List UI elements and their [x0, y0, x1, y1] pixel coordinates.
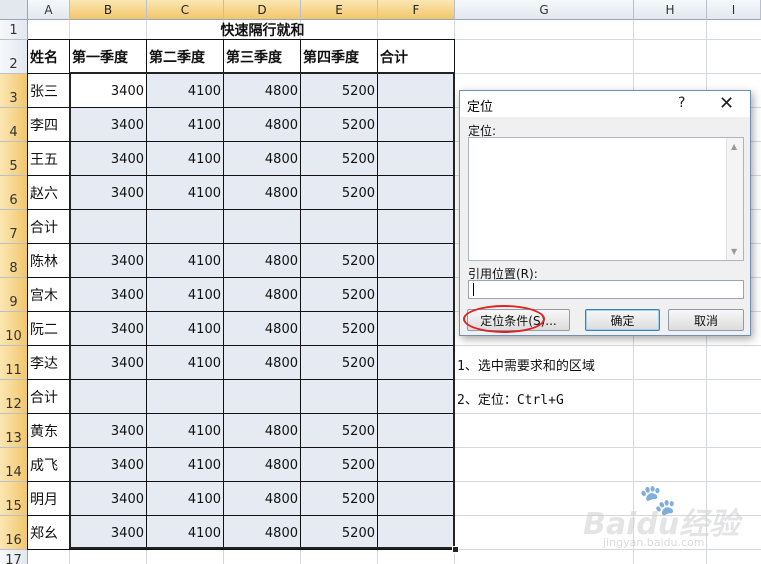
name-cell[interactable]: 合计 [28, 380, 70, 414]
row-header-11[interactable]: 11 [0, 346, 28, 380]
dialog-titlebar[interactable]: 定位 ? ✕ [460, 91, 750, 117]
fill-handle[interactable] [452, 546, 459, 553]
help-icon[interactable]: ? [678, 95, 685, 111]
name-cell[interactable]: 阮二 [28, 312, 70, 346]
row-header-3[interactable]: 3 [0, 74, 28, 108]
header-cell[interactable]: 第四季度 [301, 40, 378, 74]
name-cell[interactable]: 宫木 [28, 278, 70, 312]
column-header-i[interactable]: I [707, 0, 761, 20]
row-header-1[interactable]: 1 [0, 20, 28, 40]
reference-input[interactable] [468, 280, 744, 299]
name-cell[interactable]: 成飞 [28, 448, 70, 482]
ok-button[interactable]: 确定 [585, 309, 660, 331]
close-icon[interactable]: ✕ [719, 93, 734, 114]
header-cell[interactable]: 姓名 [28, 40, 70, 74]
scroll-up-icon[interactable]: ▲ [731, 142, 737, 151]
name-cell[interactable]: 李四 [28, 108, 70, 142]
goto-dialog[interactable]: 定位 ? ✕ 定位: ▲ ▼ 引用位置(R): 定位条件(S)... 确定 取消 [459, 90, 751, 336]
header-cell[interactable]: 第三季度 [224, 40, 301, 74]
select-all-corner[interactable] [0, 0, 28, 20]
name-cell[interactable]: 王五 [28, 142, 70, 176]
row-header-8[interactable]: 8 [0, 244, 28, 278]
goto-list-scrollbar[interactable]: ▲ ▼ [726, 138, 743, 260]
row-header-2[interactable]: 2 [0, 40, 28, 74]
row-header-15[interactable]: 15 [0, 482, 28, 516]
row-header-14[interactable]: 14 [0, 448, 28, 482]
row-header-17[interactable]: 17 [0, 550, 28, 564]
row-header-7[interactable]: 7 [0, 210, 28, 244]
special-button[interactable]: 定位条件(S)... [467, 309, 570, 331]
name-cell[interactable]: 郑幺 [28, 516, 70, 550]
header-cell[interactable]: 合计 [378, 40, 455, 74]
row-header-12[interactable]: 12 [0, 380, 28, 414]
name-cell[interactable]: 赵六 [28, 176, 70, 210]
column-header-e[interactable]: E [301, 0, 378, 20]
name-cell[interactable]: 李达 [28, 346, 70, 380]
dialog-title: 定位 [467, 100, 494, 115]
note-step-2[interactable]: 2、定位：Ctrl+G [457, 389, 564, 408]
row-header-6[interactable]: 6 [0, 176, 28, 210]
row-header-16[interactable]: 16 [0, 516, 28, 550]
watermark: 🐾 Baidu经验 jingyan.baidu.com [583, 483, 743, 553]
watermark-site: jingyan.baidu.com [603, 536, 705, 549]
header-cell[interactable]: 第一季度 [70, 40, 147, 74]
goto-list[interactable]: ▲ ▼ [468, 137, 744, 261]
header-cell[interactable]: 第二季度 [147, 40, 224, 74]
row-header-10[interactable]: 10 [0, 312, 28, 346]
note-step-1[interactable]: 1、选中需要求和的区域 [457, 355, 595, 374]
table-border [27, 40, 28, 550]
sheet-title[interactable]: 快速隔行就和 [70, 20, 455, 40]
column-header-a[interactable]: A [28, 0, 70, 20]
column-header-f[interactable]: F [378, 0, 455, 20]
row-header-5[interactable]: 5 [0, 142, 28, 176]
column-header-h[interactable]: H [634, 0, 707, 20]
column-header-d[interactable]: D [224, 0, 301, 20]
row-header-4[interactable]: 4 [0, 108, 28, 142]
column-header-g[interactable]: G [455, 0, 634, 20]
column-header-b[interactable]: B [70, 0, 147, 20]
name-cell[interactable]: 张三 [28, 74, 70, 108]
text-caret [473, 283, 474, 296]
scroll-down-icon[interactable]: ▼ [731, 247, 737, 256]
column-header-c[interactable]: C [147, 0, 224, 20]
name-cell[interactable]: 合计 [28, 210, 70, 244]
table-border [28, 549, 455, 550]
cancel-button[interactable]: 取消 [668, 309, 744, 331]
name-cell[interactable]: 明月 [28, 482, 70, 516]
row-header-13[interactable]: 13 [0, 414, 28, 448]
name-cell[interactable]: 黄东 [28, 414, 70, 448]
name-cell[interactable]: 陈林 [28, 244, 70, 278]
row-header-9[interactable]: 9 [0, 278, 28, 312]
selection-outline [69, 72, 455, 549]
